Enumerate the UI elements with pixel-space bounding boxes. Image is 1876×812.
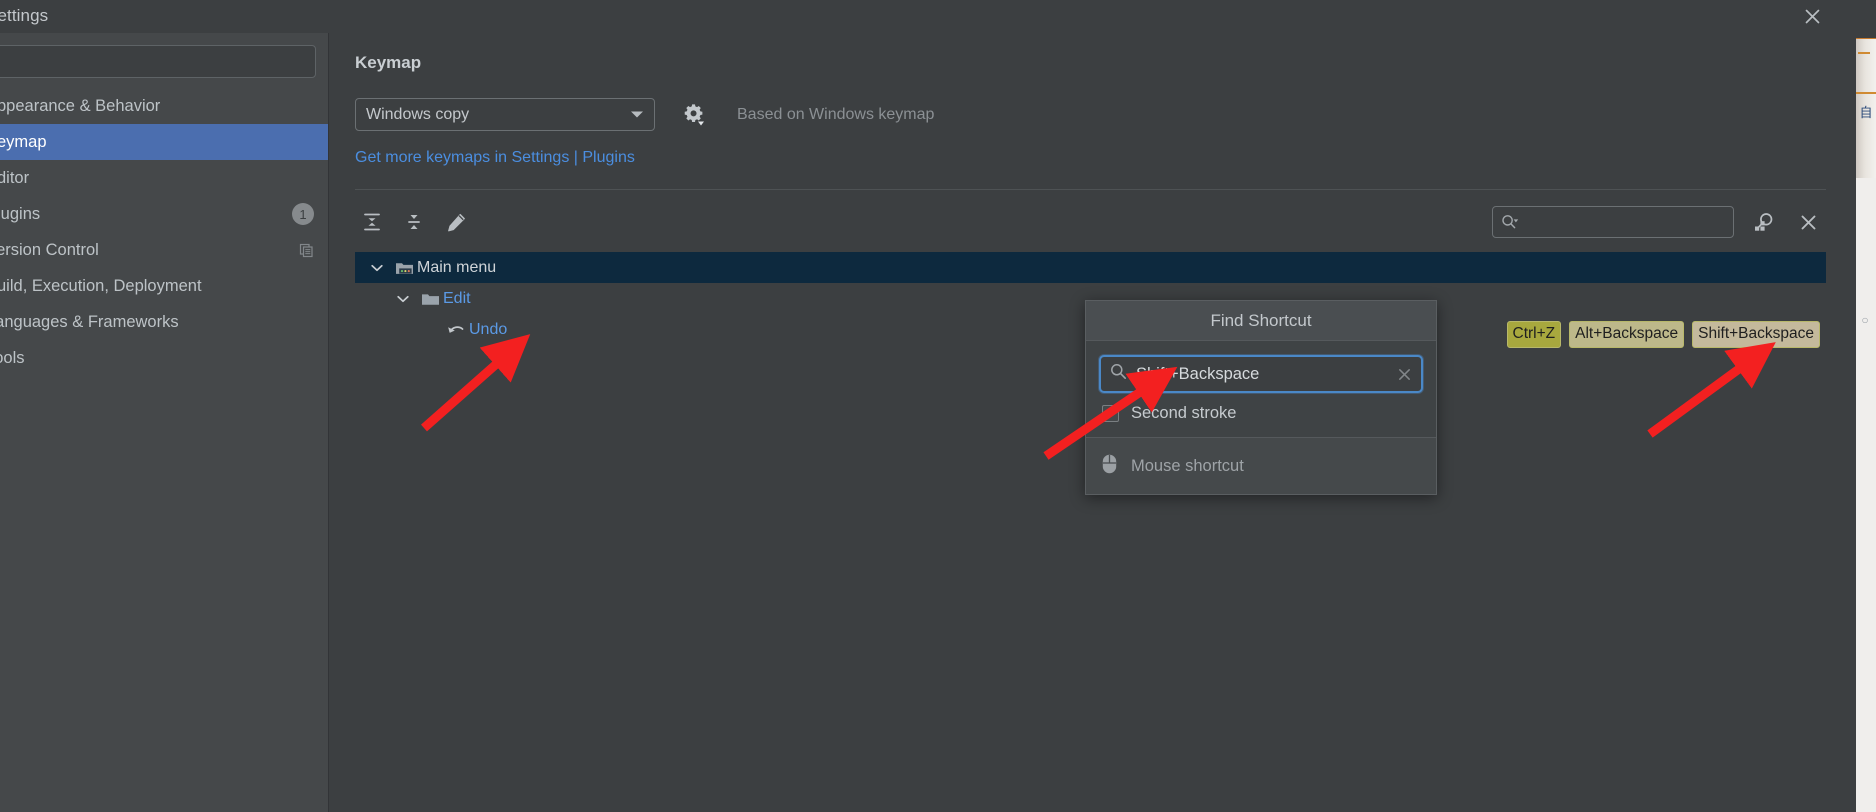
second-stroke-checkbox[interactable] — [1102, 404, 1119, 422]
divider — [355, 189, 1826, 190]
chevron-down-icon — [630, 106, 644, 124]
tree-row-label: Main menu — [417, 258, 497, 276]
tree-row-label: Undo — [469, 320, 508, 338]
expand-all-icon[interactable] — [355, 205, 389, 239]
sidebar-item-plugins[interactable]: Plugins 1 — [0, 196, 328, 232]
sidebar-item-editor[interactable]: Editor — [0, 160, 328, 196]
sidebar-item-label: Plugins — [0, 204, 41, 223]
chevron-down-icon[interactable] — [363, 264, 391, 272]
sidebar-item-label: Languages & Frameworks — [0, 312, 179, 331]
page-title: Keymap — [355, 53, 422, 72]
shortcut-badges: Ctrl+Z Alt+Backspace Shift+Backspace — [1506, 321, 1820, 348]
close-icon[interactable] — [1790, 205, 1826, 239]
dialog-title: Settings — [0, 6, 49, 25]
search-dropdown-icon — [1502, 215, 1519, 229]
sidebar-item-appearance-behavior[interactable]: Appearance & Behavior — [0, 88, 328, 124]
tree-row-label: Edit — [443, 289, 471, 307]
background-window-accent-2 — [1856, 92, 1876, 94]
main-menu-folder-icon — [391, 260, 417, 276]
tree-row-main-menu[interactable]: Main menu — [355, 252, 1826, 283]
sidebar-item-tools[interactable]: Tools — [0, 340, 328, 376]
background-window-accent — [1858, 52, 1870, 54]
background-window-strip: 自 ○ — [1848, 0, 1876, 812]
keymap-select[interactable]: Windows copy — [355, 98, 655, 131]
find-by-shortcut-icon[interactable] — [1746, 205, 1782, 239]
sidebar-item-label: Appearance & Behavior — [0, 96, 161, 115]
sidebar-item-label: Tools — [0, 348, 25, 367]
find-shortcut-popup: Find Shortcut Shift+Backspace Second str… — [1085, 300, 1437, 495]
mouse-icon — [1102, 454, 1117, 479]
mouse-shortcut-row[interactable]: Mouse shortcut — [1086, 437, 1436, 494]
keymap-tree-toolbar — [355, 192, 1826, 252]
shortcut-badge-ctrl-z[interactable]: Ctrl+Z — [1506, 321, 1562, 348]
settings-sidebar: Appearance & Behavior Keymap Editor Plug… — [0, 33, 328, 812]
collapse-all-icon[interactable] — [397, 205, 431, 239]
find-shortcut-input-value: Shift+Backspace — [1136, 364, 1260, 383]
gear-icon[interactable] — [683, 103, 705, 127]
search-icon — [1110, 363, 1127, 385]
search-input[interactable] — [0, 45, 316, 78]
shortcut-badge-alt-backspace[interactable]: Alt+Backspace — [1569, 321, 1685, 348]
keymap-selector-row: Windows copy Based on Windows keymap — [355, 98, 1826, 131]
close-icon[interactable] — [1798, 2, 1826, 30]
keymap-select-value: Windows copy — [366, 105, 470, 123]
based-on-keymap-text: Based on Windows keymap — [737, 105, 935, 123]
find-shortcut-input[interactable]: Shift+Backspace — [1099, 355, 1423, 393]
sidebar-item-label: Keymap — [0, 132, 47, 151]
sidebar-item-languages-frameworks[interactable]: Languages & Frameworks — [0, 304, 328, 340]
copy-icon — [299, 243, 314, 258]
sidebar-search-wrapper — [0, 40, 328, 88]
settings-dialog: Settings Appearance & Behavior Keymap Ed… — [0, 0, 1848, 812]
shortcut-badge-shift-backspace[interactable]: Shift+Backspace — [1692, 321, 1820, 348]
dialog-body: Appearance & Behavior Keymap Editor Plug… — [0, 33, 1848, 812]
background-window-body — [1856, 178, 1876, 812]
second-stroke-label: Second stroke — [1131, 403, 1237, 422]
background-window-glyph-2: ○ — [1861, 313, 1869, 327]
chevron-down-icon[interactable] — [389, 295, 417, 303]
sidebar-item-keymap[interactable]: Keymap — [0, 124, 328, 160]
background-window-glyph: 自 — [1859, 105, 1873, 120]
clear-x-icon[interactable] — [1397, 367, 1412, 382]
sidebar-item-label: Build, Execution, Deployment — [0, 276, 202, 295]
plugins-update-badge: 1 — [292, 203, 314, 225]
find-shortcut-title: Find Shortcut — [1086, 301, 1436, 341]
folder-icon — [417, 291, 443, 307]
undo-arrow-icon — [443, 322, 469, 338]
dialog-titlebar: Settings — [0, 0, 1848, 33]
mouse-shortcut-label: Mouse shortcut — [1131, 456, 1244, 475]
sidebar-item-build-execution-deployment[interactable]: Build, Execution, Deployment — [0, 268, 328, 304]
find-shortcut-body: Shift+Backspace Second stroke — [1086, 341, 1436, 437]
sidebar-item-label: Editor — [0, 168, 30, 187]
edit-pencil-icon[interactable] — [439, 205, 473, 239]
sidebar-item-label: Version Control — [0, 240, 99, 259]
keymap-search-input[interactable] — [1492, 206, 1734, 238]
sidebar-item-version-control[interactable]: Version Control — [0, 232, 328, 268]
second-stroke-row[interactable]: Second stroke — [1099, 393, 1423, 433]
get-more-keymaps-link[interactable]: Get more keymaps in Settings | Plugins — [355, 149, 635, 167]
